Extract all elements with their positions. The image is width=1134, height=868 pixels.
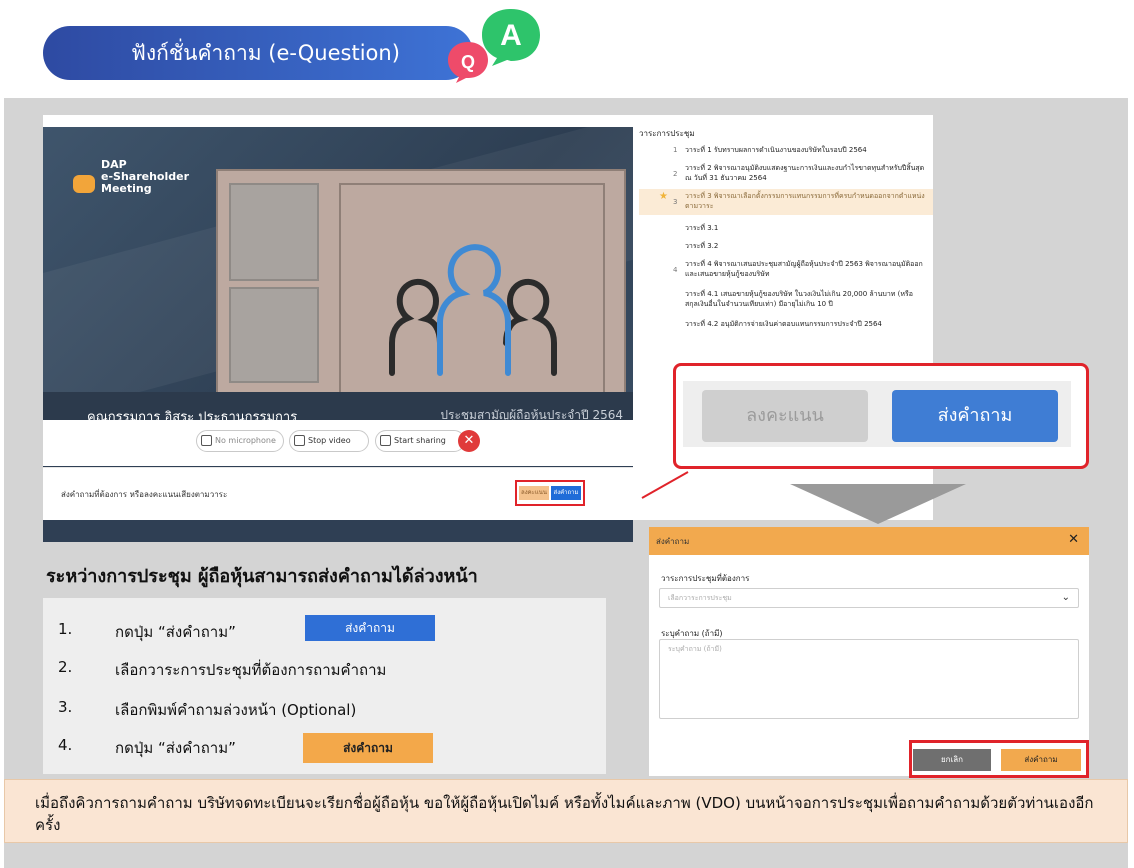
note-box: เมื่อถึงคิวการถามคำถาม บริษัทจดทะเบียนจะ… <box>4 779 1128 843</box>
microphone-button[interactable]: No microphone <box>196 430 284 452</box>
question-textarea[interactable]: ระบุคำถาม (ถ้ามี) <box>659 639 1079 719</box>
highlight-box <box>515 480 585 506</box>
question-letter: Q <box>461 52 475 72</box>
vote-button[interactable]: ลงคะแนน <box>702 390 868 442</box>
action-row: ส่งคำถามที่ต้องการ หรือลงคะแนนเสียงตามวา… <box>43 467 633 520</box>
connector-line <box>641 471 689 499</box>
agenda-title: วาระการประชุม <box>639 129 695 138</box>
agenda-item[interactable]: วาระที่ 4.2 อนุมัติการจ่ายเงินค่าตอบแทนก… <box>639 319 933 331</box>
answer-letter: A <box>500 19 522 52</box>
send-question-button[interactable]: ส่งคำถาม <box>892 390 1058 442</box>
action-row-text: ส่งคำถามที่ต้องการ หรือลงคะแนนเสียงตามวา… <box>61 490 228 499</box>
send-question-button-example-orange[interactable]: ส่งคำถาม <box>303 733 433 763</box>
slide: ฟังก์ชั่นคำถาม (e-Question) A Q DAP e-Sh… <box>0 0 1134 868</box>
agenda-item[interactable]: วาระที่ 3.2 <box>639 241 933 253</box>
participant-thumbnail[interactable] <box>229 287 319 383</box>
participant-thumbnail[interactable] <box>229 183 319 281</box>
agenda-item[interactable]: 1 วาระที่ 1 รับทราบผลการดำเนินงานของบริษ… <box>639 145 933 157</box>
microphone-label: No microphone <box>215 436 276 445</box>
agenda-select-placeholder: เลือกวาระการประชุม <box>668 594 732 602</box>
stop-video-button[interactable]: Stop video <box>289 430 369 452</box>
agenda-item[interactable]: วาระที่ 4.1 เสนอขายหุ้นกู้ของบริษัท ในวง… <box>639 289 933 313</box>
video-camera-icon <box>294 435 305 446</box>
chat-logo-icon <box>73 175 95 193</box>
agenda-item[interactable]: 2 วาระที่ 2 พิจารณาอนุมัติงบแสดงฐานะการเ… <box>639 163 933 187</box>
send-question-button-example-blue[interactable]: ส่งคำถาม <box>305 615 435 641</box>
agenda-item[interactable]: 4 วาระที่ 4 พิจารณาเสนอประชุมสามัญผู้ถือ… <box>639 259 933 283</box>
video-controls: No microphone Stop video Start sharing ✕ <box>43 420 633 466</box>
section-heading: ระหว่างการประชุม ผู้ถือหุ้นสามารถส่งคำถา… <box>46 566 478 587</box>
agenda-select[interactable]: เลือกวาระการประชุม ⌄ <box>659 588 1079 608</box>
question-placeholder: ระบุคำถาม (ถ้ามี) <box>668 645 722 653</box>
agenda-item-current[interactable]: ★ 3 วาระที่ 3 พิจารณาเลือกตั้งกรรมการแทน… <box>639 189 933 215</box>
close-icon[interactable]: ✕ <box>1068 532 1079 547</box>
send-question-dialog: ส่งคำถาม ✕ วาระการประชุมที่ต้องการ เลือก… <box>649 527 1089 776</box>
down-arrow-icon <box>790 484 966 524</box>
agenda-item[interactable]: วาระที่ 3.1 <box>639 223 933 235</box>
dialog-highlight-box <box>909 740 1089 778</box>
agenda-select-label: วาระการประชุมที่ต้องการ <box>661 574 750 583</box>
video-area: DAP e-Shareholder Meeting <box>43 127 633 432</box>
section-title: ฟังก์ชั่นคำถาม (e-Question) <box>43 26 473 80</box>
note-text: เมื่อถึงคิวการถามคำถาม บริษัทจดทะเบียนจะ… <box>35 794 1094 834</box>
question-bubble-icon: Q <box>448 42 488 83</box>
logo-text: DAP e-Shareholder Meeting <box>101 158 190 195</box>
chevron-down-icon: ⌄ <box>1061 592 1070 603</box>
star-icon: ★ <box>659 191 668 202</box>
dialog-title: ส่งคำถาม <box>656 537 690 546</box>
end-call-button[interactable]: ✕ <box>458 430 480 452</box>
stop-video-label: Stop video <box>308 436 351 445</box>
agenda-panel: วาระการประชุม 1 วาระที่ 1 รับทราบผลการดำ… <box>639 127 933 377</box>
dap-logo: DAP e-Shareholder Meeting <box>73 159 233 219</box>
start-sharing-button[interactable]: Start sharing <box>375 430 465 452</box>
dialog-header: ส่งคำถาม ✕ <box>649 527 1089 555</box>
microphone-off-icon <box>201 435 212 446</box>
close-icon: ✕ <box>463 433 475 448</box>
screen-share-icon <box>380 435 391 446</box>
start-sharing-label: Start sharing <box>394 436 446 445</box>
people-icon <box>389 244 557 376</box>
